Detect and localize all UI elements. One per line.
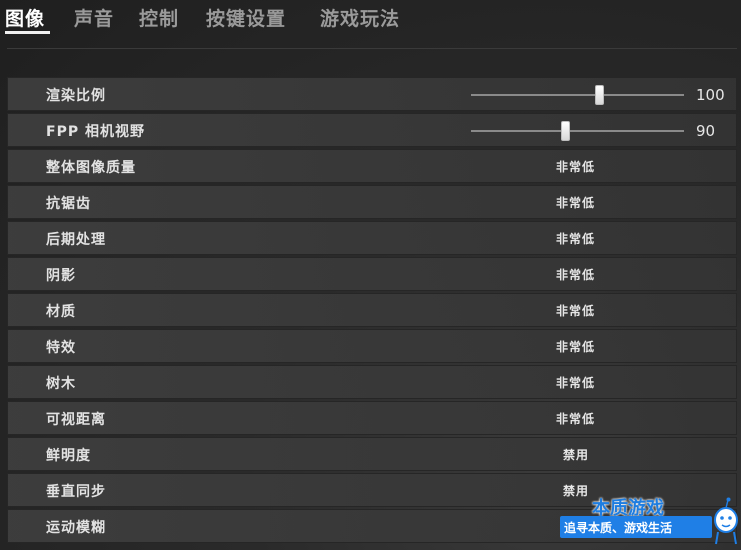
setting-label: 材质 bbox=[46, 304, 76, 320]
render-scale-slider[interactable] bbox=[471, 85, 684, 105]
setting-value[interactable]: 禁用 bbox=[563, 518, 589, 535]
setting-row-view-distance[interactable]: 可视距离 非常低 bbox=[7, 401, 737, 435]
setting-label: 整体图像质量 bbox=[46, 160, 136, 176]
setting-label: 树木 bbox=[46, 376, 76, 392]
setting-label: 鲜明度 bbox=[46, 448, 91, 464]
setting-value[interactable]: 非常低 bbox=[556, 158, 595, 175]
tab-controls[interactable]: 控制 bbox=[139, 4, 179, 31]
setting-label: 抗锯齿 bbox=[46, 196, 91, 212]
tab-sound[interactable]: 声音 bbox=[74, 4, 114, 31]
tab-graphics[interactable]: 图像 bbox=[5, 4, 45, 31]
divider bbox=[7, 48, 737, 49]
tab-gameplay[interactable]: 游戏玩法 bbox=[320, 4, 400, 31]
setting-value[interactable]: 非常低 bbox=[556, 230, 595, 247]
setting-row-render-scale: 渲染比例 100 bbox=[7, 77, 737, 111]
setting-row-effects[interactable]: 特效 非常低 bbox=[7, 329, 737, 363]
setting-row-sharpen[interactable]: 鲜明度 禁用 bbox=[7, 437, 737, 471]
setting-value[interactable]: 非常低 bbox=[556, 338, 595, 355]
setting-label: FPP 相机视野 bbox=[46, 124, 145, 140]
setting-row-motion-blur[interactable]: 运动模糊 禁用 bbox=[7, 509, 737, 543]
setting-label: 运动模糊 bbox=[46, 520, 106, 536]
setting-row-fpp-fov: FPP 相机视野 90 bbox=[7, 113, 737, 147]
setting-row-shadows[interactable]: 阴影 非常低 bbox=[7, 257, 737, 291]
setting-value[interactable]: 非常低 bbox=[556, 194, 595, 211]
slider-value: 90 bbox=[696, 122, 716, 140]
setting-value[interactable]: 非常低 bbox=[556, 266, 595, 283]
setting-row-post-processing[interactable]: 后期处理 非常低 bbox=[7, 221, 737, 255]
settings-tab-bar: 图像 声音 控制 按键设置 游戏玩法 bbox=[0, 0, 741, 36]
setting-label: 后期处理 bbox=[46, 232, 106, 248]
setting-row-foliage[interactable]: 树木 非常低 bbox=[7, 365, 737, 399]
active-tab-indicator bbox=[5, 31, 50, 34]
setting-row-overall-quality[interactable]: 整体图像质量 非常低 bbox=[7, 149, 737, 183]
setting-label: 阴影 bbox=[46, 268, 76, 284]
setting-label: 垂直同步 bbox=[46, 484, 106, 500]
setting-row-anti-aliasing[interactable]: 抗锯齿 非常低 bbox=[7, 185, 737, 219]
fpp-fov-slider[interactable] bbox=[471, 121, 684, 141]
setting-label: 可视距离 bbox=[46, 412, 106, 428]
tab-keybindings[interactable]: 按键设置 bbox=[206, 4, 286, 31]
setting-value[interactable]: 非常低 bbox=[556, 410, 595, 427]
slider-value: 100 bbox=[696, 86, 725, 104]
setting-value[interactable]: 非常低 bbox=[556, 302, 595, 319]
setting-label: 渲染比例 bbox=[46, 88, 106, 104]
setting-value[interactable]: 禁用 bbox=[563, 482, 589, 499]
setting-value[interactable]: 非常低 bbox=[556, 374, 595, 391]
slider-handle[interactable] bbox=[594, 85, 604, 105]
setting-row-vsync[interactable]: 垂直同步 禁用 bbox=[7, 473, 737, 507]
slider-handle[interactable] bbox=[560, 121, 570, 141]
setting-row-textures[interactable]: 材质 非常低 bbox=[7, 293, 737, 327]
setting-label: 特效 bbox=[46, 340, 76, 356]
setting-value[interactable]: 禁用 bbox=[563, 446, 589, 463]
graphics-settings-list: 渲染比例 100 FPP 相机视野 90 整体图像质量 非常低 抗锯齿 非常低 … bbox=[7, 77, 737, 545]
